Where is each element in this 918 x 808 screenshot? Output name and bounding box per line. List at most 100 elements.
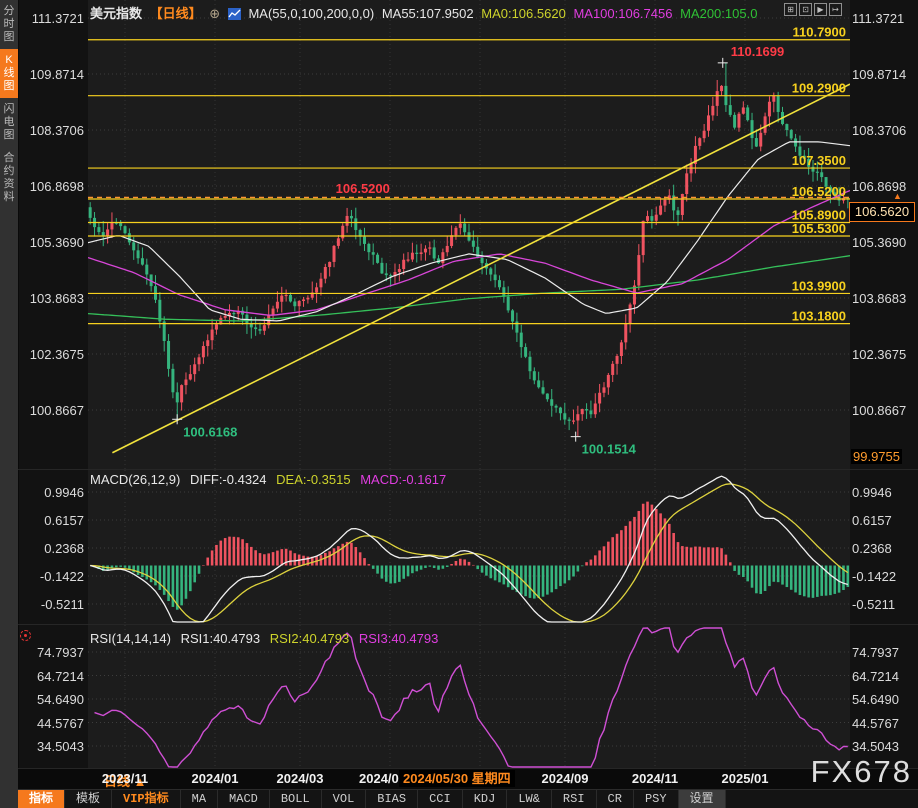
playback-icon[interactable]: ▶ [814, 3, 827, 16]
rsi-axis-label: 64.7214 [852, 669, 916, 684]
ma55-value: MA55:107.9502 [382, 6, 474, 21]
price-axis-label: 111.3721 [852, 11, 916, 26]
sr-level-label: 103.9900 [792, 278, 846, 293]
price-axis-label: 106.8698 [18, 179, 84, 194]
price-axis-label: 109.8714 [18, 67, 84, 82]
sr-level-label: 103.1800 [792, 309, 846, 324]
price-axis-label: 100.8667 [18, 403, 84, 418]
price-up-arrow-icon: ▲ [893, 191, 902, 201]
toolbar-item-VIP指标[interactable]: VIP指标 [112, 790, 181, 808]
sr-level-label: 110.7900 [792, 25, 846, 40]
rsi-axis-label: 54.6490 [18, 692, 84, 707]
macd-diff-value: DIFF:-0.4324 [190, 472, 267, 487]
candlestick-chart[interactable]: 110.7900109.2900107.3500106.5200105.8900… [88, 0, 850, 470]
price-annotation: 100.6168 [183, 424, 237, 439]
price-axis-label: 102.3675 [852, 347, 916, 362]
macd-axis-label: 0.6157 [18, 513, 84, 528]
rsi-axis-label: 54.6490 [852, 692, 916, 707]
sr-level-label: 109.2900 [792, 81, 846, 96]
left-tab-sidebar: 分 时 图K 线 图闪 电 图合 约 资 料 [0, 0, 19, 808]
macd-axis-label: 0.6157 [852, 513, 916, 528]
crosshair-icon[interactable]: ⊕ [209, 6, 220, 21]
rsi3-value: RSI3:40.4793 [359, 631, 439, 646]
fx678-watermark: FX678 [811, 754, 912, 790]
current-price-tag: 106.5620 [849, 202, 915, 222]
rsi-axis-label: 44.5767 [852, 716, 916, 731]
price-axis-label: 102.3675 [18, 347, 84, 362]
shift-right-icon[interactable]: ↦ [829, 3, 842, 16]
price-axis-label: 109.8714 [852, 67, 916, 82]
toolbar-item-指标[interactable]: 指标 [18, 790, 65, 808]
sidebar-tab-闪电图[interactable]: 闪 电 图 [0, 98, 18, 147]
rsi-axis-label: 64.7214 [18, 669, 84, 684]
macd-panel-chart[interactable] [88, 470, 850, 625]
rsi-axis-label: 74.7937 [852, 645, 916, 660]
date-tick: 2024/03 [277, 771, 324, 786]
chart-window-controls: ⊞⊡▶↦ [784, 3, 842, 16]
price-axis-label: 105.3690 [18, 235, 84, 250]
date-tick: 2024/01 [192, 771, 239, 786]
cursor-date-highlight: 2024/05/30 星期四 [399, 770, 515, 787]
price-axis-label: 103.8683 [18, 291, 84, 306]
mini-chart-icon[interactable] [228, 8, 241, 20]
ma-settings-label: MA(55,0,100,200,0,0) [248, 6, 374, 21]
toolbar-item-KDJ[interactable]: KDJ [463, 790, 508, 808]
macd-axis-label: -0.5211 [18, 597, 84, 612]
sidebar-tab-合约资料[interactable]: 合 约 资 料 [0, 147, 18, 209]
date-tick: 2024/09 [542, 771, 589, 786]
macd-axis-label: 0.9946 [852, 485, 916, 500]
price-annotation: 100.1514 [582, 442, 637, 457]
rsi-header: RSI(14,14,14) RSI1:40.4793 RSI2:40.4793 … [90, 631, 444, 646]
sidebar-tab-分时图[interactable]: 分 时 图 [0, 0, 18, 49]
macd-header: MACD(26,12,9) DIFF:-0.4324 DEA:-0.3515 M… [90, 472, 452, 487]
axis-min-label: 99.9755 [851, 449, 902, 464]
toolbar-item-CR[interactable]: CR [597, 790, 634, 808]
price-axis-label: 111.3721 [18, 11, 84, 26]
crosshair-marker-icon [20, 630, 31, 641]
price-axis-label: 106.8698 [852, 179, 916, 194]
period-tag[interactable]: 【日线】 [150, 6, 202, 21]
chart-header: 美元指数 【日线】 ⊕ MA(55,0,100,200,0,0) MA55:10… [90, 3, 761, 19]
price-axis-label: 108.3706 [18, 123, 84, 138]
macd-axis-label: -0.5211 [852, 597, 916, 612]
rsi2-value: RSI2:40.4793 [270, 631, 350, 646]
rsi-panel-chart[interactable] [88, 625, 850, 770]
axis-scale-icon[interactable]: ⊡ [799, 3, 812, 16]
price-annotation: 106.5200 [336, 181, 390, 196]
rsi-formula: RSI(14,14,14) [90, 631, 171, 646]
macd-axis-label: -0.1422 [18, 569, 84, 584]
chart-application: 分 时 图K 线 图闪 电 图合 约 资 料 110.7900 109.2900 1… [0, 0, 918, 808]
sr-level-label: 107.3500 [792, 153, 846, 168]
toolbar-item-MA[interactable]: MA [181, 790, 218, 808]
indicator-toolbar: 指标模板VIP指标MAMACDBOLLVOLBIASCCIKDJLW&RSICR… [18, 789, 918, 808]
date-tick: 2024/11 [632, 771, 678, 786]
price-axis-label: 100.8667 [852, 403, 916, 418]
toolbar-item-LW&[interactable]: LW& [507, 790, 552, 808]
ma0-value: MA0:106.5620 [481, 6, 566, 21]
pan-icon[interactable]: ⊞ [784, 3, 797, 16]
price-axis-label: 108.3706 [852, 123, 916, 138]
date-tick: 2023/11 [102, 771, 148, 786]
panel-divider [18, 624, 918, 625]
rsi1-value: RSI1:40.4793 [181, 631, 261, 646]
sr-level-label: 105.5300 [792, 221, 846, 236]
ma200-value: MA200:105.0 [680, 6, 757, 21]
time-axis: 日线 ▲ 2023/112024/012024/032024/02024/092… [18, 769, 918, 789]
macd-dea-value: DEA:-0.3515 [276, 472, 350, 487]
toolbar-item-BIAS[interactable]: BIAS [366, 790, 418, 808]
toolbar-item-CCI[interactable]: CCI [418, 790, 463, 808]
toolbar-item-BOLL[interactable]: BOLL [270, 790, 322, 808]
rsi-axis-label: 34.5043 [18, 739, 84, 754]
price-axis-label: 103.8683 [852, 291, 916, 306]
toolbar-item-模板[interactable]: 模板 [65, 790, 112, 808]
macd-axis-label: 0.9946 [18, 485, 84, 500]
toolbar-item-设置[interactable]: 设置 [679, 790, 726, 808]
price-axis-label: 105.3690 [852, 235, 916, 250]
macd-axis-label: -0.1422 [852, 569, 916, 584]
sidebar-tab-K线图[interactable]: K 线 图 [0, 49, 18, 98]
toolbar-item-VOL[interactable]: VOL [322, 790, 367, 808]
toolbar-item-RSI[interactable]: RSI [552, 790, 597, 808]
toolbar-item-PSY[interactable]: PSY [634, 790, 679, 808]
toolbar-item-MACD[interactable]: MACD [218, 790, 270, 808]
panel-divider [18, 469, 918, 470]
